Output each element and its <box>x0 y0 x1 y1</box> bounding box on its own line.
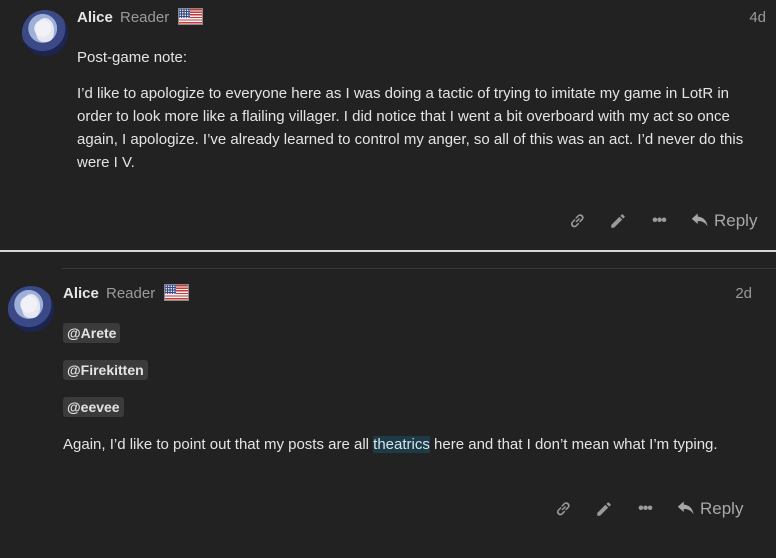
post-separator <box>62 268 776 269</box>
post-note-title: Post-game note: <box>77 49 188 66</box>
username[interactable]: Alice <box>63 285 99 302</box>
highlighted-word: theatrics <box>373 436 430 453</box>
us-flag-icon <box>164 284 189 301</box>
post-body-text: here and that I don’t mean what I’m typi… <box>429 436 718 453</box>
post-body: Again, I’d like to point out that my pos… <box>63 433 763 456</box>
pencil-icon[interactable] <box>593 498 615 520</box>
mention-link[interactable]: @eevee <box>63 397 124 417</box>
avatar[interactable] <box>8 286 54 332</box>
ellipsis-icon[interactable]: ••• <box>648 210 670 232</box>
mention-link[interactable]: @Firekitten <box>63 360 148 380</box>
post-actions: ••• Reply <box>566 210 757 232</box>
post-actions: ••• Reply <box>552 498 743 520</box>
reply-label: Reply <box>714 211 758 230</box>
link-icon[interactable] <box>552 498 574 520</box>
post-2: Alice Reader 2d @Arete @Firekitten @eeve… <box>0 252 776 558</box>
link-icon[interactable] <box>566 210 588 232</box>
reply-arrow-icon <box>677 501 694 515</box>
reply-button[interactable]: Reply <box>691 211 757 231</box>
ellipsis-icon[interactable]: ••• <box>634 498 656 520</box>
pencil-icon[interactable] <box>607 210 629 232</box>
user-title: Reader <box>106 285 156 302</box>
user-title: Reader <box>120 9 170 26</box>
avatar[interactable] <box>22 10 68 56</box>
username[interactable]: Alice <box>77 9 113 26</box>
post-date[interactable]: 4d <box>749 9 766 26</box>
reply-button[interactable]: Reply <box>677 499 743 519</box>
post-1: Alice Reader 4d Post-game note: I’d like… <box>0 0 776 250</box>
post-body-text: Again, I’d like to point out that my pos… <box>63 436 374 453</box>
post-body: I’d like to apologize to everyone here a… <box>77 85 744 171</box>
reply-arrow-icon <box>691 213 708 227</box>
post-date[interactable]: 2d <box>735 285 752 302</box>
us-flag-icon <box>178 8 203 25</box>
reply-label: Reply <box>700 499 744 518</box>
mention-link[interactable]: @Arete <box>63 323 121 343</box>
